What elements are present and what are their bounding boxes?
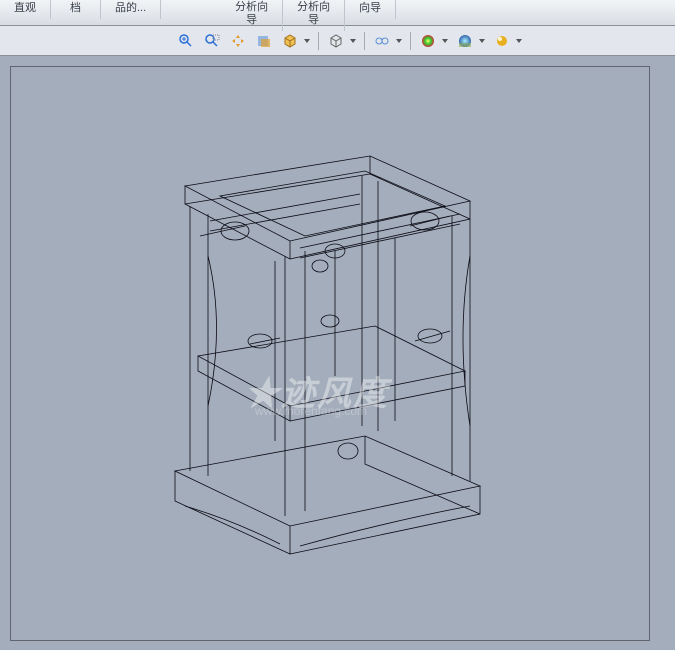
menu-pinde[interactable]: 品的... bbox=[101, 0, 161, 19]
toolbar-separator bbox=[364, 32, 365, 50]
scene-icon[interactable] bbox=[454, 30, 476, 52]
menu-view[interactable]: 直观 bbox=[0, 0, 51, 19]
dropdown-caret-icon[interactable] bbox=[442, 39, 448, 43]
menu-label: 分析向 bbox=[297, 1, 330, 14]
toolbar-separator bbox=[410, 32, 411, 50]
zoom-window-icon[interactable] bbox=[201, 30, 223, 52]
dropdown-caret-icon[interactable] bbox=[516, 39, 522, 43]
menu-wizard[interactable]: 向导 bbox=[345, 0, 396, 19]
dropdown-caret-icon[interactable] bbox=[304, 39, 310, 43]
menu-label: 导 bbox=[297, 14, 330, 27]
wireframe-model bbox=[130, 126, 530, 556]
viewport[interactable]: ★迹风度 www.morenfang.com bbox=[0, 56, 675, 650]
menu-dang[interactable]: 档 bbox=[51, 0, 101, 19]
display-style-icon[interactable] bbox=[325, 30, 347, 52]
appearance-icon[interactable] bbox=[417, 30, 439, 52]
dropdown-caret-icon[interactable] bbox=[350, 39, 356, 43]
dropdown-caret-icon[interactable] bbox=[396, 39, 402, 43]
menu-analysis-wizard-2[interactable]: 分析向 导 bbox=[283, 0, 345, 31]
menu-bar: 直观 档 品的... 分析向 导 分析向 导 向导 bbox=[0, 0, 675, 26]
render-icon[interactable] bbox=[491, 30, 513, 52]
menu-label: 分析向 bbox=[235, 1, 268, 14]
toolbar-separator bbox=[318, 32, 319, 50]
section-icon[interactable] bbox=[253, 30, 275, 52]
zoom-fit-icon[interactable] bbox=[175, 30, 197, 52]
view-orientation-icon[interactable] bbox=[279, 30, 301, 52]
dropdown-caret-icon[interactable] bbox=[479, 39, 485, 43]
pan-icon[interactable] bbox=[227, 30, 249, 52]
toolbar bbox=[0, 26, 675, 56]
hide-show-icon[interactable] bbox=[371, 30, 393, 52]
menu-analysis-wizard-1[interactable]: 分析向 导 bbox=[221, 0, 283, 31]
menu-label: 导 bbox=[235, 14, 268, 27]
watermark-url: www.morenfang.com bbox=[255, 404, 367, 418]
